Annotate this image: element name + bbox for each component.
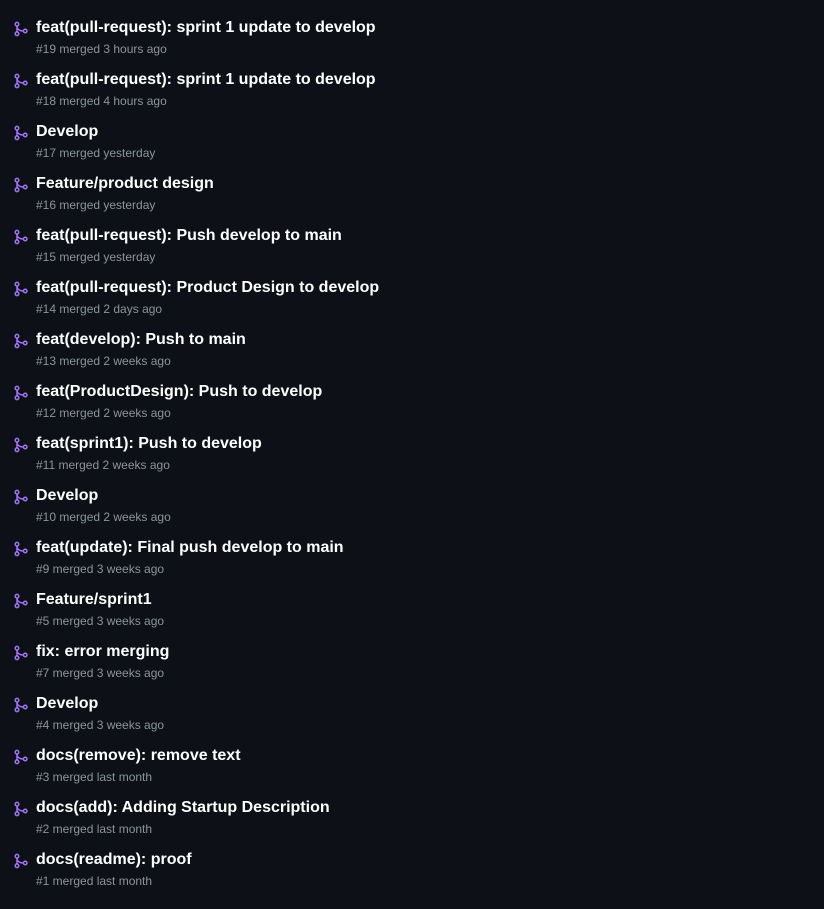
pull-request-title[interactable]: Feature/sprint1: [36, 589, 152, 611]
pull-request-title[interactable]: feat(pull-request): Push develop to main: [36, 225, 342, 247]
pull-request-meta: #1 merged last month: [36, 874, 153, 888]
pull-request-item: feat(pull-request): sprint 1 update to d…: [0, 69, 824, 121]
pull-request-meta: #18 merged 4 hours ago: [36, 94, 167, 108]
pull-request-meta: #13 merged 2 weeks ago: [36, 354, 171, 368]
pull-request-title[interactable]: feat(ProductDesign): Push to develop: [36, 381, 322, 403]
pull-request-meta: #11 merged 2 weeks ago: [36, 458, 170, 472]
git-merge-icon: [13, 437, 29, 453]
git-merge-icon: [13, 177, 29, 193]
git-merge-icon: [13, 385, 29, 401]
pull-request-item: feat(pull-request): Product Design to de…: [0, 277, 824, 329]
pull-request-title[interactable]: fix: error merging: [36, 641, 169, 663]
pull-request-item: feat(pull-request): Push develop to main…: [0, 225, 824, 277]
pull-request-title[interactable]: Develop: [36, 121, 98, 143]
pull-request-title[interactable]: feat(develop): Push to main: [36, 329, 246, 351]
pull-request-title[interactable]: docs(remove): remove text: [36, 745, 241, 767]
pull-request-title[interactable]: feat(update): Final push develop to main: [36, 537, 344, 559]
git-merge-icon: [13, 853, 29, 869]
pull-request-item: feat(update): Final push develop to main…: [0, 537, 824, 589]
pull-request-item: fix: error merging #7 merged 3 weeks ago: [0, 641, 824, 693]
git-merge-icon: [13, 697, 29, 713]
pull-request-title[interactable]: feat(pull-request): Product Design to de…: [36, 277, 379, 299]
git-merge-icon: [13, 73, 29, 89]
pull-request-item: feat(develop): Push to main #13 merged 2…: [0, 329, 824, 381]
pull-request-title[interactable]: Feature/product design: [36, 173, 214, 195]
pull-request-meta: #3 merged last month: [36, 770, 153, 784]
pull-request-meta: #12 merged 2 weeks ago: [36, 406, 171, 420]
pull-request-item: docs(remove): remove text #3 merged last…: [0, 745, 824, 797]
git-merge-icon: [13, 593, 29, 609]
pull-request-item: Feature/product design #16 merged yester…: [0, 173, 824, 225]
git-merge-icon: [13, 645, 29, 661]
git-merge-icon: [13, 801, 29, 817]
pull-request-meta: #10 merged 2 weeks ago: [36, 510, 171, 524]
pull-request-item: Develop #10 merged 2 weeks ago: [0, 485, 824, 537]
pull-request-item: Develop #4 merged 3 weeks ago: [0, 693, 824, 745]
pull-request-title[interactable]: docs(add): Adding Startup Description: [36, 797, 330, 819]
pull-request-item: feat(ProductDesign): Push to develop #12…: [0, 381, 824, 433]
pull-request-item: feat(sprint1): Push to develop #11 merge…: [0, 433, 824, 485]
git-merge-icon: [13, 489, 29, 505]
pull-request-title[interactable]: Develop: [36, 485, 98, 507]
pull-request-meta: #16 merged yesterday: [36, 198, 156, 212]
git-merge-icon: [13, 281, 29, 297]
pull-request-item: feat(pull-request): sprint 1 update to d…: [0, 17, 824, 69]
pull-request-title[interactable]: feat(pull-request): sprint 1 update to d…: [36, 69, 376, 91]
pull-request-meta: #5 merged 3 weeks ago: [36, 614, 165, 628]
pull-request-item: docs(readme): proof #1 merged last month: [0, 849, 824, 901]
pull-request-meta: #9 merged 3 weeks ago: [36, 562, 165, 576]
git-merge-icon: [13, 229, 29, 245]
pull-request-meta: #17 merged yesterday: [36, 146, 156, 160]
pull-request-title[interactable]: feat(pull-request): sprint 1 update to d…: [36, 17, 376, 39]
git-merge-icon: [13, 333, 29, 349]
git-merge-icon: [13, 541, 29, 557]
merged-pull-request-list: feat(pull-request): sprint 1 update to d…: [0, 0, 824, 901]
pull-request-meta: #19 merged 3 hours ago: [36, 42, 167, 56]
pull-request-title[interactable]: Develop: [36, 693, 98, 715]
git-merge-icon: [13, 21, 29, 37]
pull-request-meta: #2 merged last month: [36, 822, 153, 836]
pull-request-item: docs(add): Adding Startup Description #2…: [0, 797, 824, 849]
pull-request-meta: #4 merged 3 weeks ago: [36, 718, 165, 732]
pull-request-meta: #7 merged 3 weeks ago: [36, 666, 165, 680]
git-merge-icon: [13, 125, 29, 141]
pull-request-meta: #15 merged yesterday: [36, 250, 156, 264]
pull-request-title[interactable]: docs(readme): proof: [36, 849, 192, 871]
pull-request-title[interactable]: feat(sprint1): Push to develop: [36, 433, 262, 455]
git-merge-icon: [13, 749, 29, 765]
pull-request-item: Feature/sprint1 #5 merged 3 weeks ago: [0, 589, 824, 641]
pull-request-meta: #14 merged 2 days ago: [36, 302, 163, 316]
pull-request-item: Develop #17 merged yesterday: [0, 121, 824, 173]
